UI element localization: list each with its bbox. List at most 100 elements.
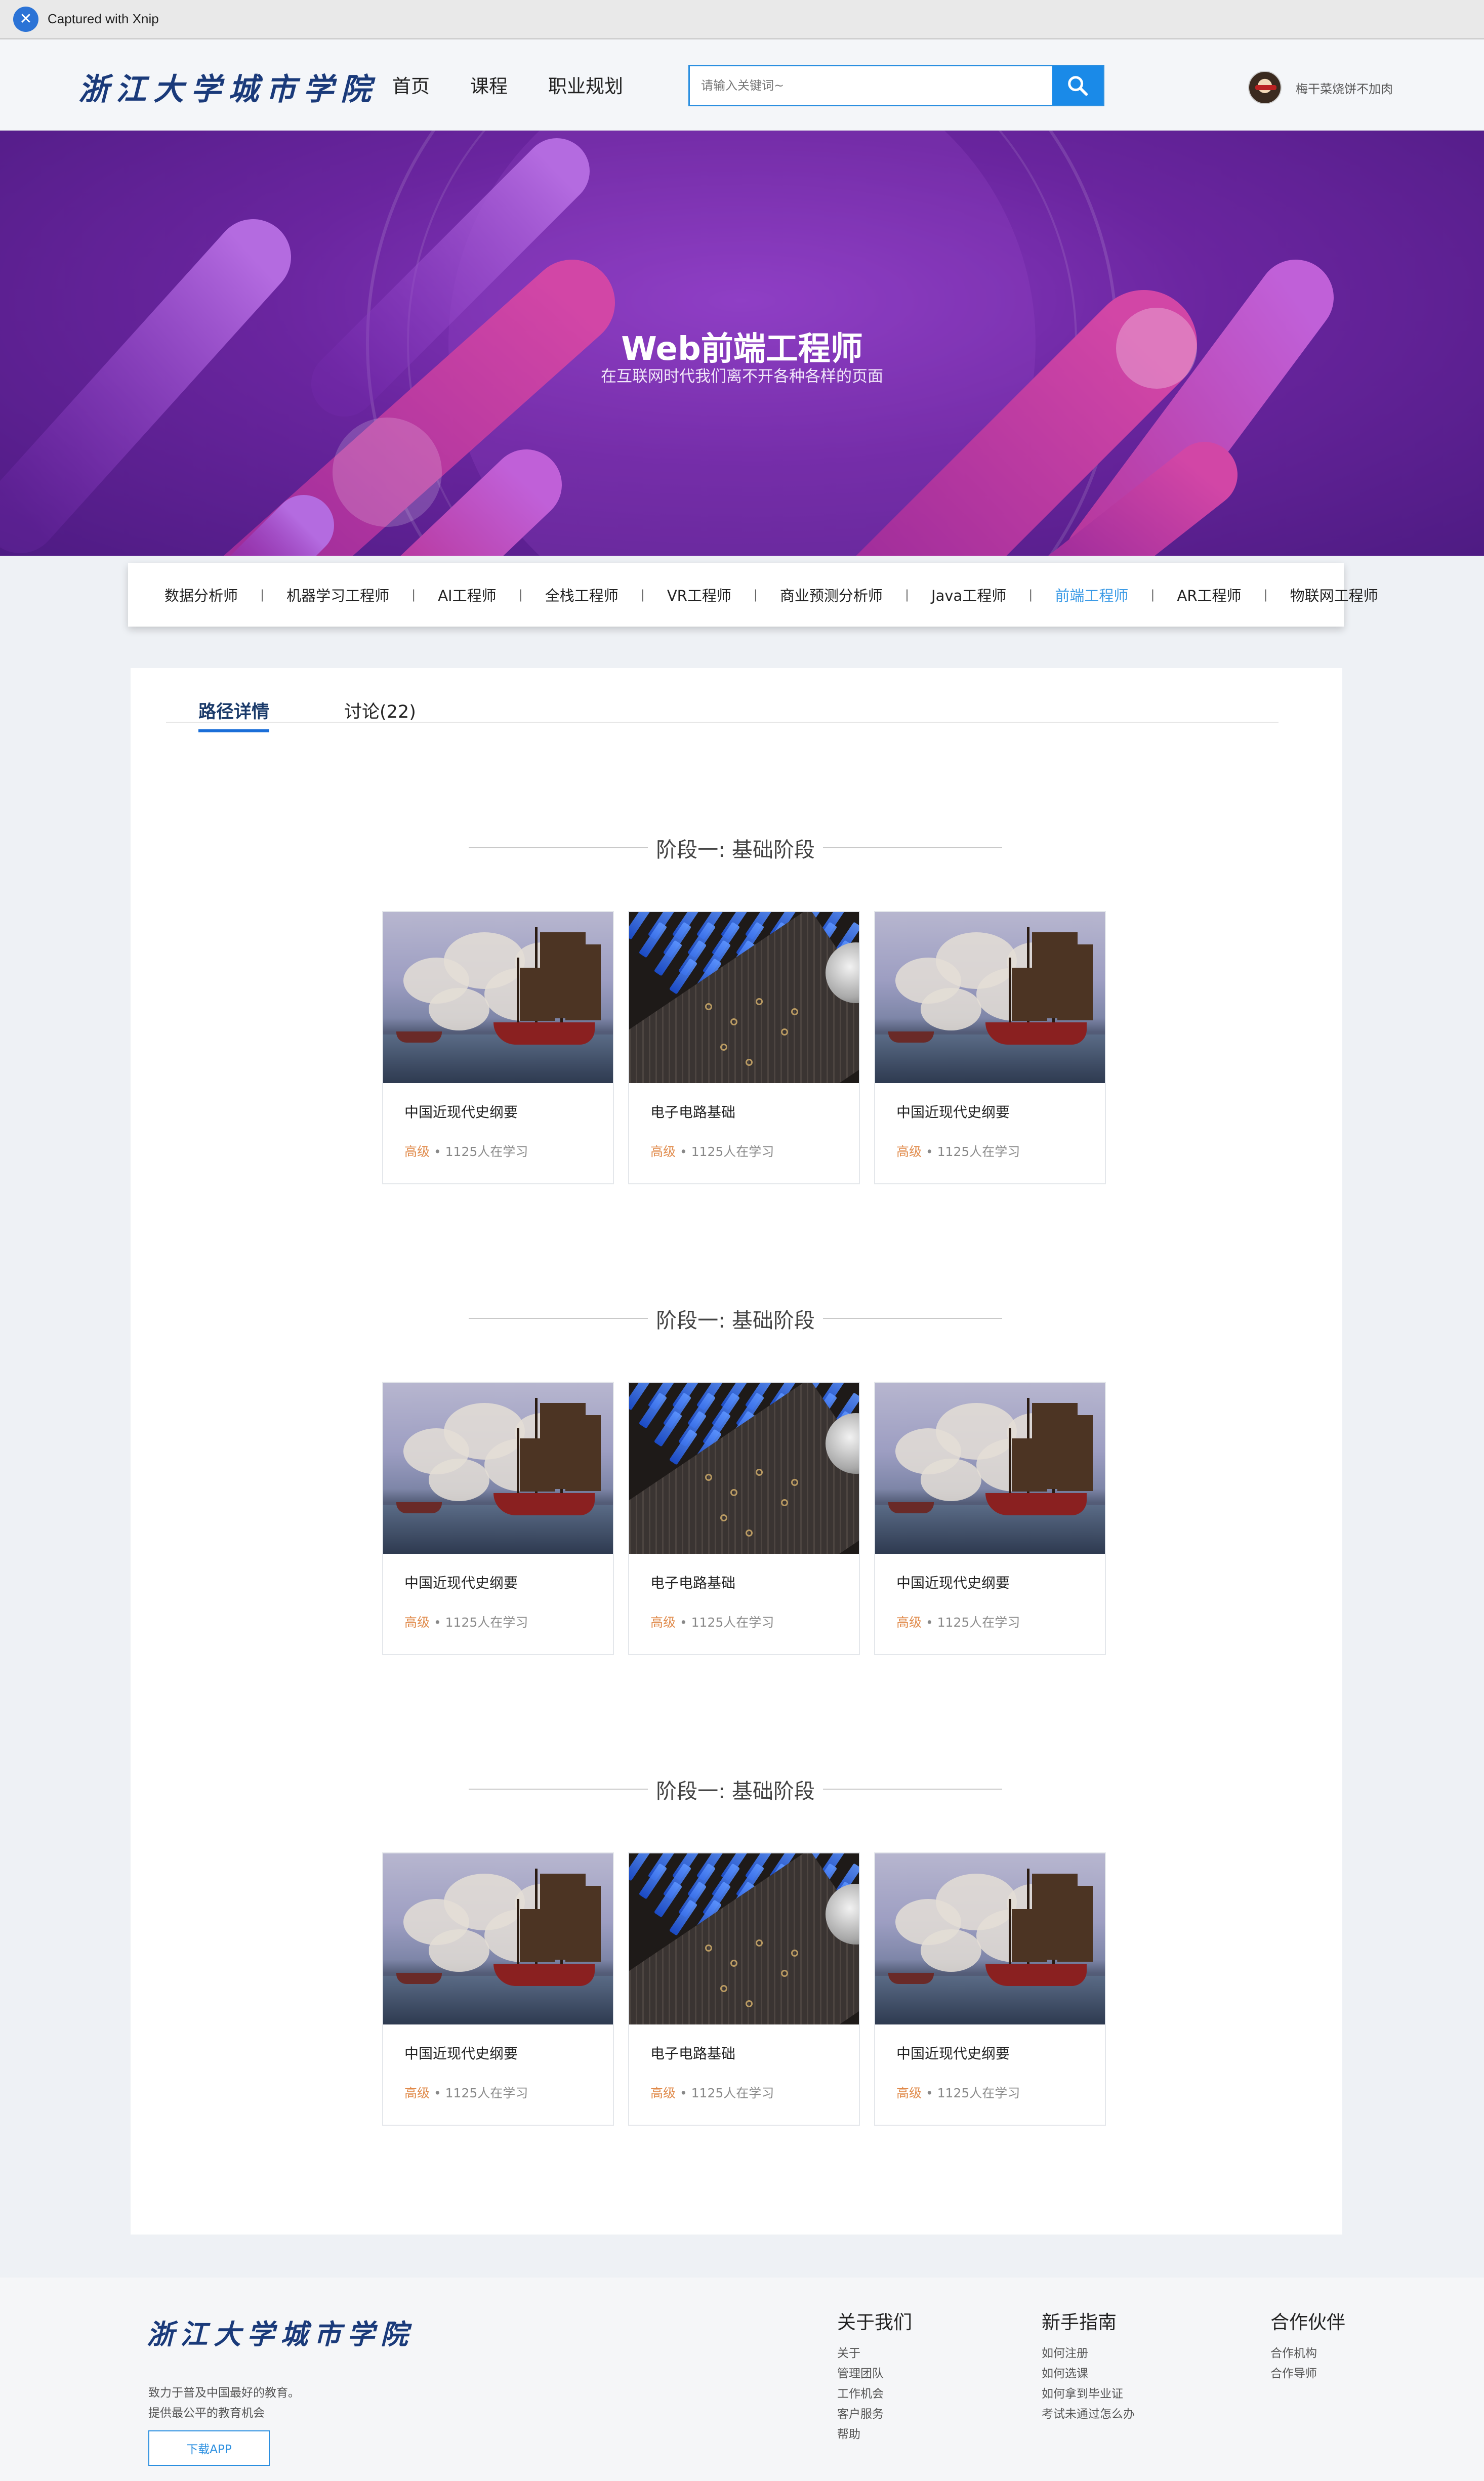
footer-link[interactable]: 客户服务 <box>837 2404 912 2424</box>
stage-title: 阶段一: 基础阶段 <box>656 1779 815 1803</box>
search-button[interactable] <box>1052 66 1103 105</box>
xnip-logo-icon: ✕ <box>13 6 38 32</box>
course-meta: 高级 • 1125人在学习 <box>404 1612 528 1631</box>
category-item[interactable]: VR工程师 <box>667 584 731 605</box>
course-meta: 高级 • 1125人在学习 <box>404 1142 528 1160</box>
stage-title: 阶段一: 基础阶段 <box>656 838 815 862</box>
course-thumbnail <box>629 1383 859 1554</box>
search-input[interactable] <box>690 66 1052 105</box>
dot-separator: • <box>676 1144 691 1159</box>
course-card[interactable]: 电子电路基础 高级 • 1125人在学习 <box>628 1852 860 2126</box>
footer-link[interactable]: 关于 <box>837 2343 912 2364</box>
category-separator: | <box>411 588 416 602</box>
capture-label: Captured with Xnip <box>48 11 159 26</box>
footer-link[interactable]: 合作导师 <box>1270 2364 1345 2384</box>
banner-subtitle: 在互联网时代我们离不开各种各样的页面 <box>601 367 883 386</box>
footer-link[interactable]: 帮助 <box>837 2424 912 2445</box>
footer-link[interactable]: 工作机会 <box>837 2384 912 2404</box>
dot-separator: • <box>430 1615 445 1630</box>
footer-column-title: 新手指南 <box>1042 2311 1117 2333</box>
course-card[interactable]: 中国近现代史纲要 高级 • 1125人在学习 <box>874 1852 1106 2126</box>
category-item[interactable]: 商业预测分析师 <box>780 584 883 605</box>
course-card[interactable]: 中国近现代史纲要 高级 • 1125人在学习 <box>874 1382 1106 1655</box>
site-logo[interactable]: 浙江大学城市学院 <box>78 65 378 109</box>
course-title: 电子电路基础 <box>650 1575 736 1591</box>
dot-separator: • <box>676 1615 691 1630</box>
tab-path-detail[interactable]: 路径详情 <box>198 697 270 732</box>
download-app-button[interactable]: 下载APP <box>148 2430 270 2466</box>
course-level: 高级 <box>650 1615 676 1630</box>
user-name[interactable]: 梅干菜烧饼不加肉 <box>1296 79 1393 97</box>
footer-link[interactable]: 如何选课 <box>1042 2364 1135 2384</box>
category-separator: | <box>753 588 758 602</box>
course-meta: 高级 • 1125人在学习 <box>404 2083 528 2101</box>
nav-item-home[interactable]: 首页 <box>392 71 430 98</box>
avatar[interactable] <box>1248 71 1282 104</box>
stage-title: 阶段一: 基础阶段 <box>656 1308 815 1333</box>
course-meta: 高级 • 1125人在学习 <box>896 1612 1020 1631</box>
category-item[interactable]: 机器学习工程师 <box>286 584 389 605</box>
course-card[interactable]: 电子电路基础 高级 • 1125人在学习 <box>628 911 860 1184</box>
category-item[interactable]: 前端工程师 <box>1055 584 1128 605</box>
course-title: 中国近现代史纲要 <box>404 1104 518 1121</box>
category-item[interactable]: Java工程师 <box>931 584 1006 605</box>
footer-link[interactable]: 如何注册 <box>1042 2343 1135 2364</box>
course-learners: 1125人在学习 <box>691 1615 774 1630</box>
footer-column-title: 合作伙伴 <box>1270 2311 1345 2333</box>
user-menu[interactable]: 梅干菜烧饼不加肉 <box>1248 71 1393 104</box>
category-item[interactable]: 全栈工程师 <box>545 584 619 605</box>
course-title: 中国近现代史纲要 <box>896 1104 1010 1121</box>
footer-logo: 浙江大学城市学院 <box>147 2318 414 2350</box>
category-separator: | <box>1150 588 1155 602</box>
course-thumbnail <box>383 912 613 1083</box>
nav-item-career[interactable]: 职业规划 <box>548 71 623 98</box>
course-learners: 1125人在学习 <box>937 1144 1020 1159</box>
stage-heading: 阶段一: 基础阶段 <box>469 1774 1003 1804</box>
category-separator: | <box>904 588 910 602</box>
capture-bar: ✕ Captured with Xnip <box>0 0 1484 39</box>
course-card[interactable]: 中国近现代史纲要 高级 • 1125人在学习 <box>382 1382 614 1655</box>
main-nav: 首页 课程 职业规划 <box>392 71 623 98</box>
course-title: 中国近现代史纲要 <box>404 1575 518 1591</box>
tab-discussion[interactable]: 讨论(22) <box>344 697 416 729</box>
category-item[interactable]: 物联网工程师 <box>1290 584 1378 605</box>
course-meta: 高级 • 1125人在学习 <box>650 1612 774 1631</box>
nav-item-courses[interactable]: 课程 <box>470 71 508 98</box>
course-learners: 1125人在学习 <box>445 1615 528 1630</box>
course-card[interactable]: 中国近现代史纲要 高级 • 1125人在学习 <box>874 911 1106 1184</box>
footer-description: 致力于普及中国最好的教育。 提供最公平的教育机会 <box>148 2383 300 2423</box>
course-card[interactable]: 中国近现代史纲要 高级 • 1125人在学习 <box>382 1852 614 2126</box>
divider <box>469 1318 648 1319</box>
footer-link[interactable]: 合作机构 <box>1270 2343 1345 2364</box>
site-footer: 浙江大学城市学院 致力于普及中国最好的教育。 提供最公平的教育机会 下载APP … <box>0 2278 1484 2481</box>
search-icon <box>1068 76 1088 96</box>
course-learners: 1125人在学习 <box>691 2086 774 2100</box>
course-card[interactable]: 电子电路基础 高级 • 1125人在学习 <box>628 1382 860 1655</box>
dot-separator: • <box>676 2086 691 2100</box>
course-meta: 高级 • 1125人在学习 <box>896 1142 1020 1160</box>
course-meta: 高级 • 1125人在学习 <box>650 1142 774 1160</box>
footer-column-title: 关于我们 <box>837 2311 912 2333</box>
category-bar: 数据分析师 | 机器学习工程师 | AI工程师 | 全栈工程师 | VR工程师 | 商业预测分析师 |… <box>128 563 1378 627</box>
course-learners: 1125人在学习 <box>937 1615 1020 1630</box>
footer-link[interactable]: 如何拿到毕业证 <box>1042 2384 1135 2404</box>
footer-desc-line: 致力于普及中国最好的教育。 <box>148 2386 300 2400</box>
category-separator: | <box>640 588 645 602</box>
course-meta: 高级 • 1125人在学习 <box>650 2083 774 2101</box>
footer-column: 新手指南如何注册 如何选课 如何拿到毕业证 考试未通过怎么办 <box>1042 2307 1135 2424</box>
footer-link[interactable]: 考试未通过怎么办 <box>1042 2404 1135 2424</box>
footer-link[interactable]: 管理团队 <box>837 2364 912 2384</box>
category-item[interactable]: 数据分析师 <box>164 584 238 605</box>
footer-desc-line: 提供最公平的教育机会 <box>148 2407 265 2420</box>
dot-separator: • <box>430 1144 445 1159</box>
footer-column: 合作伙伴合作机构 合作导师 <box>1270 2307 1345 2384</box>
course-learners: 1125人在学习 <box>691 1144 774 1159</box>
category-item[interactable]: AI工程师 <box>438 584 496 605</box>
course-learners: 1125人在学习 <box>937 2086 1020 2100</box>
course-level: 高级 <box>896 2086 922 2100</box>
course-card[interactable]: 中国近现代史纲要 高级 • 1125人在学习 <box>382 911 614 1184</box>
course-level: 高级 <box>404 1615 430 1630</box>
divider <box>469 847 648 848</box>
category-item[interactable]: AR工程师 <box>1177 584 1242 605</box>
category-separator: | <box>1028 588 1033 602</box>
